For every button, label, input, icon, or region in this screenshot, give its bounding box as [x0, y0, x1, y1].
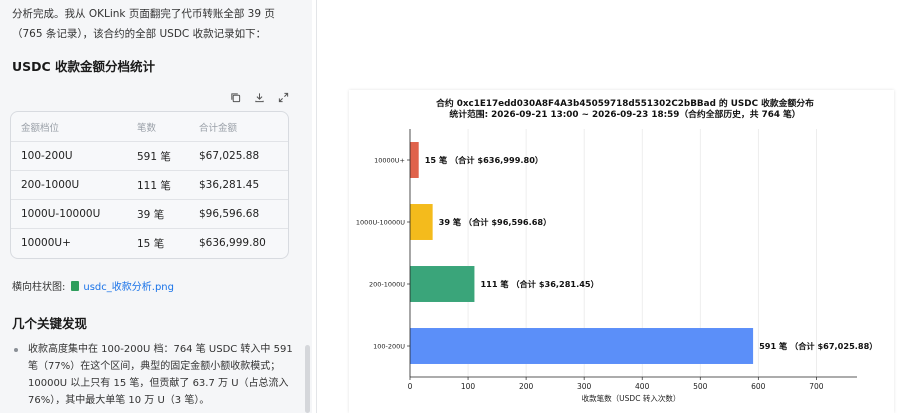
cell-total: $636,999.80	[199, 237, 266, 249]
data-labels: 591 笔 （合计 $67,025.88） 111 笔 （合计 $36,281.4…	[425, 155, 878, 351]
attachment-label: 横向柱状图:	[12, 282, 66, 293]
x-tick-label: 600	[751, 382, 766, 391]
x-ticks: 0 100 200 300 400 500 600 700	[408, 377, 824, 391]
download-icon[interactable]	[252, 90, 266, 104]
stats-heading: USDC 收款金额分档统计	[12, 59, 156, 74]
bar-data-label: 39 笔 （合计 $96,596.68）	[439, 217, 552, 227]
x-tick-label: 500	[693, 382, 708, 391]
expand-icon[interactable]	[276, 90, 290, 104]
finding-text: 收款高度集中在 100-200U 档：764 笔 USDC 转入中 591 笔（…	[28, 344, 293, 406]
chart-image-card: 合约 0xc1E17edd030A8F4A3b45059718d551302C2…	[349, 90, 894, 413]
bar	[410, 142, 419, 178]
copy-icon[interactable]	[228, 90, 242, 104]
finding-bullet: 收款高度集中在 100-200U 档：764 笔 USDC 转入中 591 笔（…	[12, 341, 294, 409]
x-tick-label: 700	[809, 382, 824, 391]
cell-tier: 1000U-10000U	[21, 208, 101, 220]
bullet-dot-icon	[14, 348, 18, 352]
attachment-link[interactable]: usdc_收款分析.png	[83, 278, 174, 293]
cell-tier: 200-1000U	[21, 179, 80, 191]
x-axis-label: 收款笔数（USDC 转入次数）	[582, 393, 681, 403]
usdc-bar-chart: 合约 0xc1E17edd030A8F4A3b45059718d551302C2…	[356, 97, 878, 403]
image-file-icon	[71, 280, 80, 291]
cell-count: 591 笔	[137, 150, 171, 163]
y-tick-label: 100-200U	[373, 342, 405, 350]
chat-scrollbar[interactable]	[305, 345, 310, 413]
table-header-row: 金额档位 笔数 合计金额	[11, 112, 288, 141]
cell-count: 111 笔	[137, 179, 171, 192]
x-tick-label: 400	[635, 382, 650, 391]
table-toolbar	[228, 90, 290, 104]
chat-panel: 分析完成。我从 OKLink 页面翻完了代币转账全部 39 页（765 条记录）…	[0, 0, 312, 413]
bar-data-label: 591 笔 （合计 $67,025.88）	[759, 341, 877, 351]
table-row: 1000U-10000U 39 笔 $96,596.68	[11, 199, 288, 228]
cell-count: 15 笔	[137, 237, 165, 250]
table-row: 200-1000U 111 笔 $36,281.45	[11, 170, 288, 199]
x-tick-label: 300	[577, 382, 592, 391]
bar	[410, 266, 475, 302]
x-tick-label: 200	[519, 382, 534, 391]
attachment-line: 横向柱状图: usdc_收款分析.png	[12, 278, 174, 293]
cell-total: $36,281.45	[199, 179, 260, 191]
x-tick-label: 100	[461, 382, 476, 391]
cell-total: $67,025.88	[199, 150, 260, 162]
chart-bars	[410, 142, 754, 364]
cell-count: 39 笔	[137, 208, 165, 221]
bar-data-label: 111 笔 （合计 $36,281.45）	[480, 279, 598, 289]
bar-data-label: 15 笔 （合计 $636,999.80）	[425, 155, 543, 165]
cell-tier: 10000U+	[21, 237, 71, 249]
y-ticks: 100-200U 200-1000U 1000U-10000U 10000U+	[356, 156, 410, 350]
app-root: 分析完成。我从 OKLink 页面翻完了代币转账全部 39 页（765 条记录）…	[0, 0, 900, 413]
cell-total: $96,596.68	[199, 208, 260, 220]
y-tick-label: 200-1000U	[369, 280, 405, 288]
y-tick-label: 1000U-10000U	[356, 218, 405, 226]
intro-text: 分析完成。我从 OKLink 页面翻完了代币转账全部 39 页（765 条记录）…	[12, 8, 275, 40]
bar	[410, 328, 754, 364]
stats-table: 金额档位 笔数 合计金额 100-200U 591 笔 $67,025.88 2…	[10, 111, 289, 259]
header-total: 合计金额	[199, 122, 238, 134]
panel-divider[interactable]	[316, 0, 317, 413]
header-count: 笔数	[137, 122, 157, 134]
findings-heading: 几个关键发现	[12, 316, 88, 331]
y-tick-label: 10000U+	[374, 156, 405, 164]
bar	[410, 204, 433, 240]
header-tier: 金额档位	[21, 122, 60, 134]
chart-subtitle: 统计范围: 2026-09-21 13:00 ~ 2026-09-23 18:5…	[449, 108, 800, 120]
cell-tier: 100-200U	[21, 150, 73, 162]
table-row: 100-200U 591 笔 $67,025.88	[11, 141, 288, 170]
table-row: 10000U+ 15 笔 $636,999.80	[11, 228, 288, 257]
chart-title: 合约 0xc1E17edd030A8F4A3b45059718d551302C2…	[436, 97, 814, 109]
x-tick-label: 0	[408, 382, 413, 391]
